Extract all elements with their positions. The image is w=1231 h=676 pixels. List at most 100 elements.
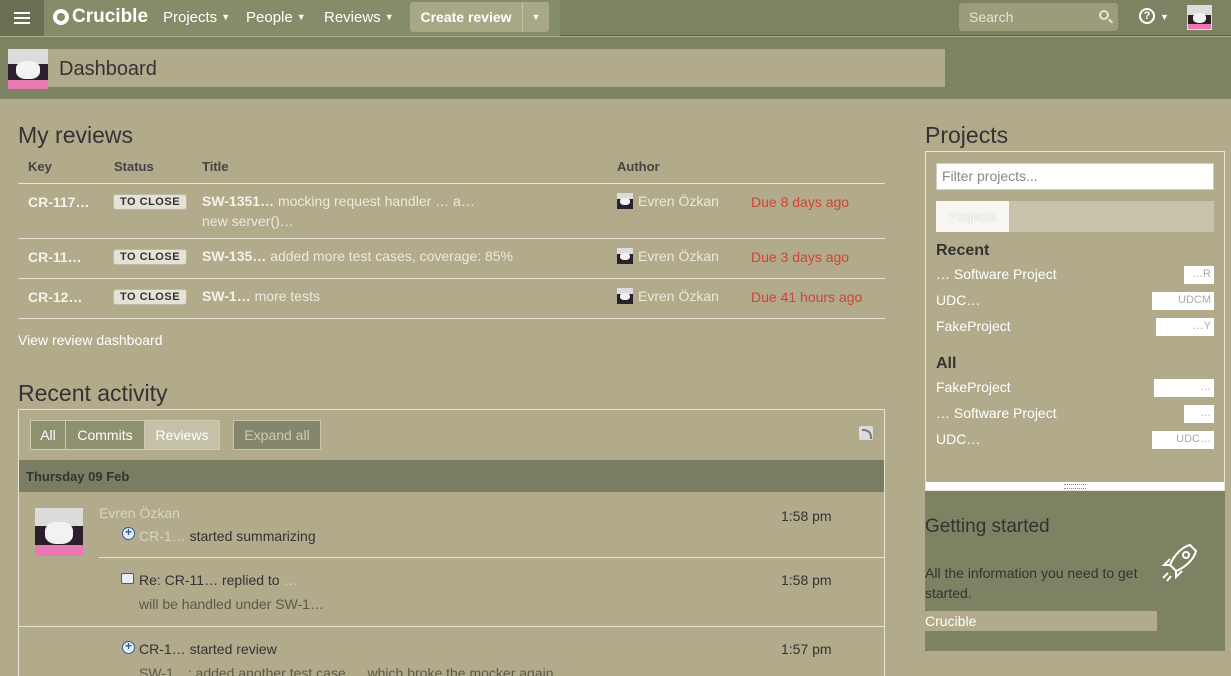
activity-review-key[interactable]: CR-1… [139, 641, 186, 657]
column-key[interactable]: Key [28, 159, 52, 174]
review-key[interactable]: CR-117… [28, 194, 89, 210]
project-key: UDC… [1152, 431, 1214, 449]
review-author[interactable]: Evren Özkan [617, 193, 719, 209]
create-review-button[interactable]: Create review [410, 2, 522, 32]
crucible-docs-link[interactable]: Crucible [925, 611, 1157, 631]
project-key: … [1184, 405, 1214, 423]
activity-divider [99, 557, 884, 558]
my-reviews-heading: My reviews [18, 122, 134, 148]
day-header: Thursday 09 Feb [19, 460, 884, 492]
getting-started-panel: Getting started All the information you … [925, 491, 1225, 651]
crucible-logo-icon [53, 9, 69, 25]
activity-comment: will be handled under SW-1… [139, 596, 324, 612]
activity-review-key[interactable]: CR-1… [139, 528, 186, 544]
projects-tabbar: Projects [936, 201, 1214, 232]
actor-avatar[interactable] [35, 508, 83, 556]
tab-reviews[interactable]: Reviews [144, 420, 220, 450]
tab-commits[interactable]: Commits [65, 420, 145, 450]
resize-handle[interactable] [926, 482, 1224, 490]
search-icon[interactable] [1099, 10, 1109, 20]
recent-activity-panel: All Commits Reviews Expand all Thursday … [18, 409, 885, 676]
project-link[interactable]: FakeProject [936, 318, 1011, 334]
nav-projects-label: Projects [163, 9, 218, 26]
review-icon [122, 525, 135, 540]
activity-time: 1:58 pm [781, 508, 832, 524]
dashboard-avatar [8, 49, 48, 89]
project-key: … [1154, 379, 1214, 397]
tab-all[interactable]: All [30, 420, 66, 450]
rocket-icon [1161, 543, 1198, 582]
activity-text: Re: CR-11… replied to … [139, 572, 297, 588]
activity-time: 1:57 pm [781, 641, 832, 657]
review-title-key: SW-135… [202, 248, 267, 264]
expand-all-button[interactable]: Expand all [233, 420, 321, 450]
project-link[interactable]: … Software Project [936, 266, 1057, 282]
nav-people[interactable]: People ▼ [246, 9, 306, 26]
activity-toolbar: All Commits Reviews Expand all [19, 410, 884, 460]
review-title[interactable]: SW-135… added more test cases, coverage:… [202, 246, 602, 266]
recent-projects-heading: Recent [936, 242, 990, 259]
search-input[interactable]: Search [959, 3, 1118, 31]
activity-review-key[interactable]: Re: CR-11… [139, 572, 218, 588]
due-date: Due 3 days ago [751, 249, 850, 265]
activity-target[interactable]: … [283, 572, 297, 588]
column-author[interactable]: Author [617, 159, 660, 174]
activity-action: started review [189, 641, 277, 657]
page-title: Dashboard [59, 58, 157, 80]
rss-feed-icon[interactable] [859, 426, 873, 440]
review-author[interactable]: Evren Özkan [617, 248, 719, 264]
help-icon[interactable]: ? [1139, 8, 1155, 24]
review-title[interactable]: SW-1… more tests [202, 286, 562, 306]
activity-action: replied to [221, 572, 280, 588]
review-key[interactable]: CR-12… [28, 289, 82, 305]
activity-action: started summarizing [189, 528, 316, 544]
review-title[interactable]: SW-1351… mocking request handler … a… ne… [202, 191, 562, 231]
filter-projects-input[interactable]: Filter projects... [936, 163, 1214, 190]
nav-projects[interactable]: Projects ▼ [163, 9, 230, 26]
column-status[interactable]: Status [114, 159, 154, 174]
review-icon [122, 639, 135, 654]
view-review-dashboard-link[interactable]: View review dashboard [18, 332, 163, 348]
status-badge: TO CLOSE [113, 194, 188, 210]
crucible-logo[interactable]: Crucible [53, 6, 148, 28]
project-link[interactable]: UDC… [936, 292, 980, 308]
project-link[interactable]: FakeProject [936, 379, 1011, 395]
getting-started-text: All the information you need to get star… [925, 565, 1138, 601]
getting-started-heading: Getting started [925, 516, 1050, 537]
recent-activity-heading: Recent activity [18, 380, 168, 406]
tab-projects[interactable]: Projects [936, 201, 1009, 232]
project-key: UDCM [1152, 292, 1214, 310]
author-name: Evren Özkan [638, 288, 719, 304]
review-author[interactable]: Evren Özkan [617, 288, 719, 304]
project-key: …R [1184, 266, 1214, 284]
nav-reviews-label: Reviews [324, 9, 381, 26]
top-navigation-bar: Crucible Projects ▼ People ▼ Reviews ▼ Crea… [0, 0, 1231, 36]
review-key[interactable]: CR-11… [28, 249, 82, 265]
search-placeholder: Search [969, 9, 1014, 25]
author-avatar [617, 193, 633, 209]
create-review-dropdown[interactable]: ▼ [522, 2, 549, 32]
nav-reviews[interactable]: Reviews ▼ [324, 9, 394, 26]
activity-time: 1:58 pm [781, 572, 832, 588]
table-divider [18, 238, 885, 239]
author-name: Evren Özkan [638, 193, 719, 209]
menu-icon[interactable] [0, 0, 44, 36]
chevron-down-icon[interactable]: ▼ [1160, 12, 1169, 22]
author-avatar [617, 248, 633, 264]
column-title[interactable]: Title [202, 159, 229, 174]
user-avatar[interactable] [1187, 5, 1212, 30]
chevron-down-icon: ▼ [531, 12, 541, 22]
review-title-line2: new server()… [202, 213, 294, 229]
review-title-text: mocking request handler … a… [277, 193, 475, 209]
comment-icon [121, 573, 134, 584]
author-name: Evren Özkan [638, 248, 719, 264]
project-link[interactable]: UDC… [936, 431, 980, 447]
project-key: …Y [1156, 318, 1214, 336]
actor-name[interactable]: Evren Özkan [99, 505, 180, 521]
chevron-down-icon: ▼ [296, 12, 306, 22]
chevron-down-icon: ▼ [221, 12, 231, 22]
table-divider [18, 278, 885, 279]
review-title-key: SW-1351… [202, 193, 275, 209]
due-date: Due 41 hours ago [751, 289, 863, 305]
project-link[interactable]: … Software Project [936, 405, 1057, 421]
